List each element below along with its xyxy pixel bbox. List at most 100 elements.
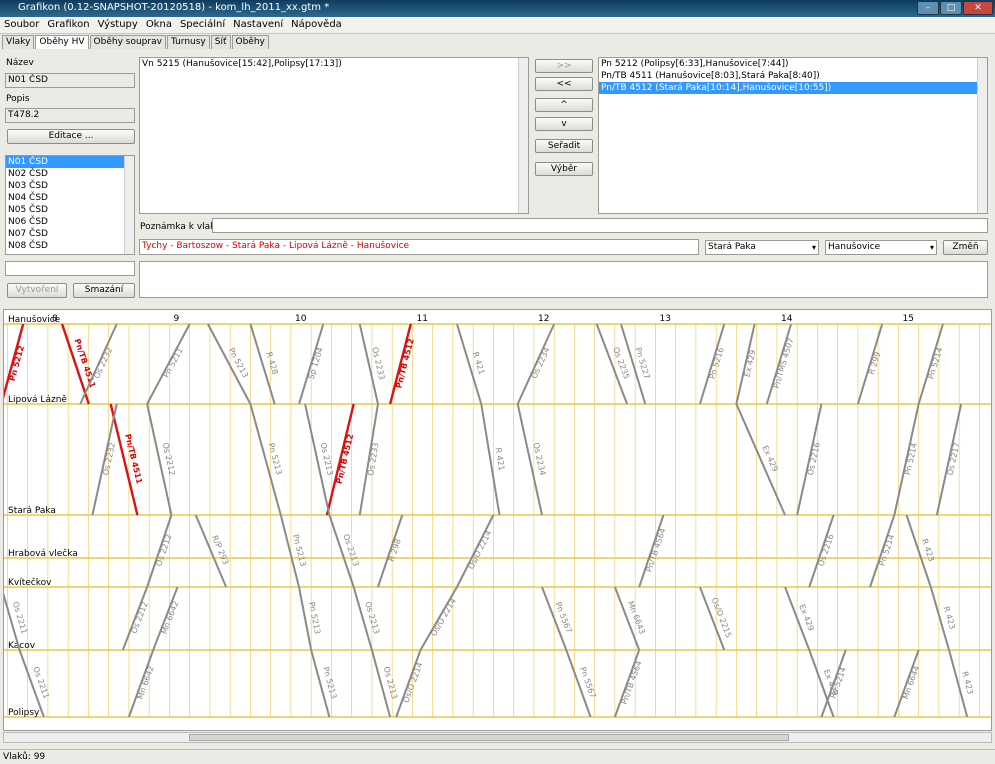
train-label: Os 2213 [341, 533, 360, 568]
train-label: Os 2213 [319, 442, 335, 477]
menu-grafikon[interactable]: Grafikon [43, 17, 93, 33]
engine-list[interactable]: N01 ČSD N02 ČSD N03 ČSD N04 ČSD N05 ČSD … [5, 155, 135, 255]
tick-label: 15 [903, 314, 914, 324]
train-label: Mn 6643 [626, 600, 647, 636]
route-field[interactable]: Tychy - Bartoszow - Stará Paka - Lipová … [139, 239, 699, 255]
list-scrollbar[interactable] [124, 156, 134, 254]
train-label: Os/O 2214 [402, 661, 425, 704]
train-label: Pn 5567 [553, 601, 573, 635]
list-item[interactable]: N03 ČSD [6, 180, 134, 192]
train-label: Pn/TB 4512 [335, 433, 356, 485]
train-label: Sp 1204 [307, 346, 325, 380]
tab-obehy-souprav[interactable]: Oběhy souprav [89, 35, 166, 49]
assigned-trains-list[interactable]: Pn 5212 (Polipsy[6:33],Hanušovice[7:44])… [598, 57, 988, 214]
train-label: Pn 5214 [926, 346, 944, 380]
select-button[interactable]: Výběr [535, 162, 593, 176]
tab-turnusy[interactable]: Turnusy [166, 35, 210, 49]
train-label: Os 2212 [161, 442, 177, 477]
station-label: Kvítečkov [8, 577, 52, 588]
list-item[interactable]: Pn/TB 4512 (Stará Paka[10:14],Hanušovice… [599, 82, 987, 94]
change-button[interactable]: Změň [943, 240, 988, 255]
info-textarea[interactable] [139, 261, 988, 298]
note-input[interactable] [212, 218, 988, 233]
delete-button[interactable]: Smazání [73, 283, 135, 298]
train-label: R 423 [920, 538, 936, 563]
train-line [735, 403, 786, 516]
list-item[interactable]: Pn/TB 4511 (Hanušovice[8:03],Stará Paka[… [599, 70, 987, 82]
maximize-button[interactable]: □ [940, 1, 962, 15]
train-label: Os 2233 [366, 442, 380, 476]
status-bar: Vlaků: 99 [0, 749, 995, 764]
station-label: Lipová Lázně [8, 395, 67, 405]
add-all-button[interactable]: >> [535, 59, 593, 73]
menu-soubor[interactable]: Soubor [0, 17, 43, 33]
list-item[interactable]: N04 ČSD [6, 192, 134, 204]
station-label: Hrabová vlečka [8, 548, 78, 559]
train-label: Os 2232 [92, 346, 114, 380]
tab-obehy[interactable]: Oběhy [231, 35, 269, 49]
desc-field[interactable]: T478.2 [5, 108, 135, 123]
desc-label: Popis [6, 94, 30, 104]
close-button[interactable]: ✕ [963, 1, 993, 15]
list-scrollbar[interactable] [977, 58, 987, 213]
name-field[interactable]: N01 ČSD [5, 73, 135, 88]
train-label: Pn 5212 [8, 344, 26, 382]
train-label: Pn 5214 [877, 533, 896, 567]
minimize-button[interactable]: – [917, 1, 939, 15]
train-graph-svg: 8 9 10 11 12 13 14 15HanušoviceLipová LázněStar… [0, 314, 991, 718]
menu-nastaveni[interactable]: Nastavení [229, 17, 287, 33]
train-label: Mn 6644 [901, 665, 921, 701]
tab-sit[interactable]: Síť [210, 35, 231, 49]
name-label: Název [6, 58, 34, 68]
train-label: Os 2216 [806, 442, 822, 477]
sort-button[interactable]: Seřadit [535, 139, 593, 153]
remove-button[interactable]: << [535, 77, 593, 91]
train-label: Os 2233 [370, 346, 386, 381]
create-button[interactable]: Vytvoření [7, 283, 67, 298]
list-item[interactable]: N06 ČSD [6, 216, 134, 228]
train-label: Pn/TB 4564 [644, 527, 667, 573]
train-label: Pn 5211 [162, 346, 185, 379]
train-label: R 423 [942, 605, 957, 630]
menubar: Soubor Grafikon Výstupy Okna Speciální Nastav… [0, 17, 995, 34]
tick-label: 13 [660, 314, 671, 324]
to-station-select[interactable]: Hanušovice [825, 240, 937, 255]
train-label: Pn/TMS 4507 [772, 337, 796, 390]
new-engine-input[interactable] [5, 261, 135, 276]
tab-vlaky[interactable]: Vlaky [2, 35, 35, 49]
train-label: Os/O 2214 [466, 529, 493, 571]
list-item[interactable]: N07 ČSD [6, 228, 134, 240]
tab-obehy-hv[interactable]: Oběhy HV [35, 35, 89, 49]
menu-specialni[interactable]: Speciální [176, 17, 229, 33]
train-label: Pn/TB 4511 [123, 433, 144, 485]
available-trains-list[interactable]: Vn 5215 (Hanušovice[15:42],Polipsy[17:13… [139, 57, 529, 214]
train-label: Os 2212 [154, 533, 173, 568]
train-label: Pn 5216 [708, 346, 726, 380]
list-item[interactable]: N08 ČSD [6, 240, 134, 252]
move-up-button[interactable]: ^ [535, 98, 593, 112]
station-label: Polipsy [8, 708, 40, 718]
menu-napoveda[interactable]: Nápověda [287, 17, 346, 33]
station-label: Stará Paka [8, 506, 56, 516]
tick-label: 11 [417, 314, 428, 324]
train-line [298, 586, 313, 651]
from-station-select[interactable]: Stará Paka [705, 240, 819, 255]
list-scrollbar[interactable] [518, 58, 528, 213]
list-item[interactable]: N05 ČSD [6, 204, 134, 216]
edit-button[interactable]: Editace ... [7, 129, 135, 144]
train-graph[interactable]: 8 9 10 11 12 13 14 15 Hanušovice Lipová Lázně Star… [0, 309, 992, 731]
train-label: Os 2234 [530, 346, 552, 380]
list-item[interactable]: N01 ČSD [6, 156, 134, 168]
train-label: Os 2232 [101, 442, 117, 477]
train-label: Pn 5214 [903, 442, 919, 476]
list-item[interactable]: Vn 5215 (Hanušovice[15:42],Polipsy[17:13… [140, 58, 528, 70]
horizontal-scrollbar[interactable] [3, 732, 992, 743]
tab-strip: Vlaky Oběhy HV Oběhy souprav Turnusy Síť… [2, 35, 270, 50]
menu-okna[interactable]: Okna [142, 17, 176, 33]
train-label: R/P 293 [210, 534, 230, 566]
list-item[interactable]: N02 ČSD [6, 168, 134, 180]
menu-vystupy[interactable]: Výstupy [94, 17, 142, 33]
move-down-button[interactable]: v [535, 117, 593, 131]
list-item[interactable]: Pn 5212 (Polipsy[6:33],Hanušovice[7:44]) [599, 58, 987, 70]
scroll-thumb[interactable] [189, 734, 789, 741]
